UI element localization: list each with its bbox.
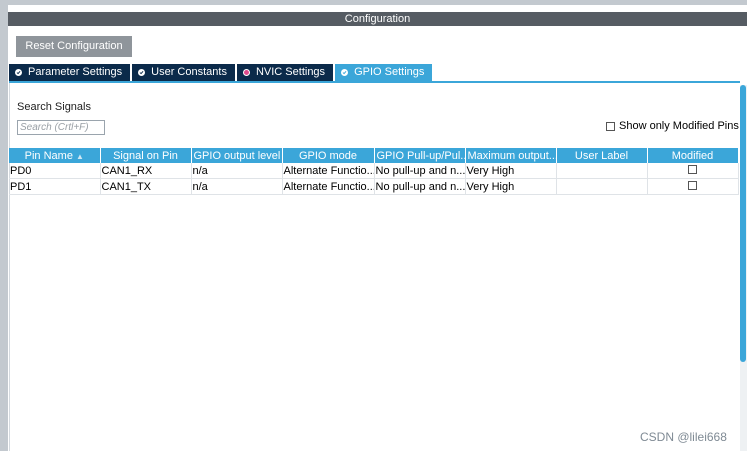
check-circle-icon — [341, 69, 349, 76]
column-header-modified[interactable]: Modified — [647, 148, 739, 163]
table-row[interactable]: PD1 CAN1_TX n/a Alternate Functio... No … — [9, 178, 739, 195]
column-header-max-output[interactable]: Maximum output... — [465, 148, 557, 163]
cell-pull: No pull-up and n... — [374, 163, 466, 179]
modified-checkbox[interactable] — [688, 180, 697, 190]
cell-user-label[interactable] — [556, 178, 648, 195]
cell-signal: CAN1_RX — [100, 163, 192, 179]
checkbox[interactable] — [606, 121, 615, 131]
tab-label: GPIO Settings — [354, 66, 425, 78]
tab-gpio-settings[interactable]: GPIO Settings — [335, 64, 433, 81]
column-header-pull[interactable]: GPIO Pull-up/Pul... — [374, 148, 466, 163]
watermark: CSDN @lilei668 — [640, 430, 727, 444]
cell-pull: No pull-up and n... — [374, 178, 466, 195]
cell-user-label[interactable] — [556, 163, 648, 179]
tab-label: NVIC Settings — [255, 66, 326, 78]
table-row[interactable]: PD0 CAN1_RX n/a Alternate Functio... No … — [9, 163, 739, 179]
column-header-pin-name[interactable]: Pin Name ▲ — [9, 148, 101, 163]
tab-label: User Constants — [151, 66, 227, 78]
cell-max-output: Very High — [465, 178, 557, 195]
cell-gpio-mode: Alternate Functio... — [282, 178, 375, 195]
show-only-modified-label: Show only Modified Pins — [619, 120, 739, 132]
cell-modified — [647, 178, 739, 195]
cell-output-level: n/a — [191, 178, 283, 195]
tab-label: Parameter Settings — [28, 66, 123, 78]
cell-pin-name: PD1 — [9, 178, 101, 195]
sort-ascending-icon: ▲ — [75, 151, 84, 161]
cell-output-level: n/a — [191, 163, 283, 179]
tab-user-constants[interactable]: User Constants — [132, 64, 235, 81]
column-header-user-label[interactable]: User Label — [556, 148, 648, 163]
cell-gpio-mode: Alternate Functio... — [282, 163, 375, 179]
tab-parameter-settings[interactable]: Parameter Settings — [9, 64, 131, 81]
check-circle-icon — [15, 69, 22, 76]
check-circle-icon — [138, 69, 146, 76]
column-header-signal[interactable]: Signal on Pin — [100, 148, 192, 163]
search-signals-label: Search Signals — [17, 101, 91, 113]
scrollbar-thumb[interactable] — [740, 85, 746, 362]
modified-checkbox[interactable] — [688, 164, 697, 174]
window-frame-top — [0, 0, 747, 5]
reset-configuration-button[interactable]: Reset Configuration — [16, 36, 132, 57]
settings-tabs: Parameter Settings User Constants NVIC S… — [9, 64, 434, 81]
gpio-table: Pin Name ▲ Signal on Pin GPIO output leve… — [9, 148, 739, 195]
column-header-output-level[interactable]: GPIO output level — [191, 148, 283, 163]
cell-modified — [647, 163, 739, 179]
gpio-settings-panel — [9, 83, 739, 451]
window-frame-left — [0, 0, 8, 451]
cell-signal: CAN1_TX — [100, 178, 192, 195]
column-header-gpio-mode[interactable]: GPIO mode — [282, 148, 375, 163]
show-only-modified-toggle[interactable]: Show only Modified Pins — [606, 120, 739, 132]
tab-nvic-settings[interactable]: NVIC Settings — [236, 64, 334, 81]
panel-title: Configuration — [8, 12, 747, 26]
table-header-row: Pin Name ▲ Signal on Pin GPIO output leve… — [9, 148, 739, 163]
search-input[interactable] — [17, 120, 105, 135]
cell-pin-name: PD0 — [9, 163, 101, 179]
pink-dot-icon — [242, 69, 250, 76]
cell-max-output: Very High — [465, 163, 557, 179]
